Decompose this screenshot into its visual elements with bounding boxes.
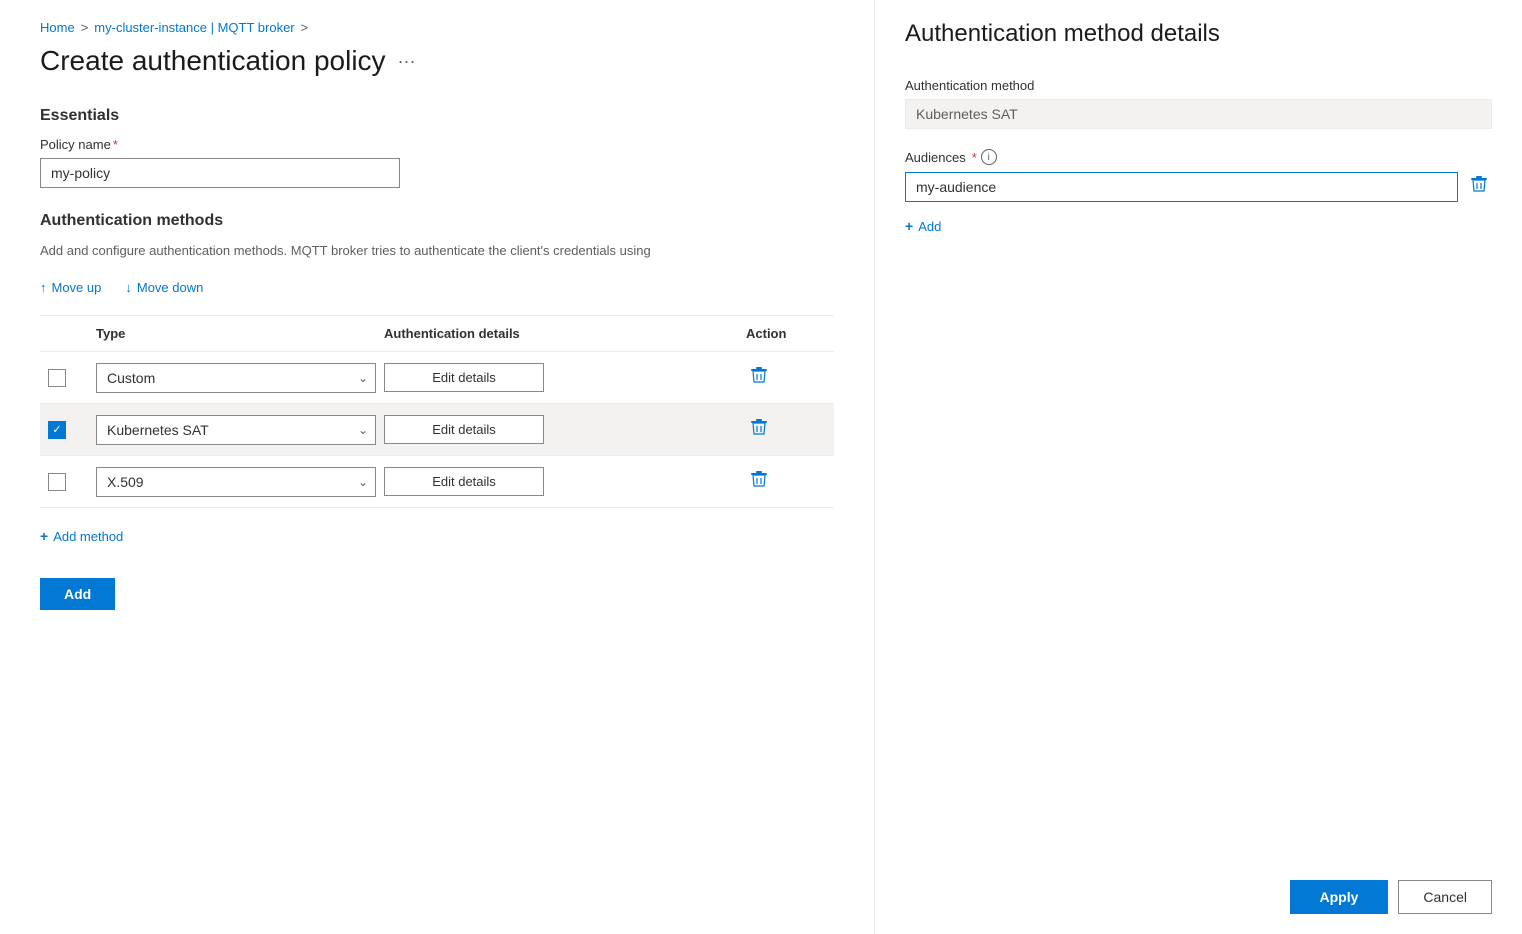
row2-edit-details-button[interactable]: Edit details: [384, 415, 544, 444]
table-row: Custom Kubernetes SAT X.509 ⌄ Edit detai…: [40, 352, 834, 404]
right-panel: Authentication method details Authentica…: [875, 0, 1522, 934]
audiences-required: *: [972, 150, 977, 165]
col-auth-details-header: Authentication details: [384, 326, 738, 341]
row1-type-select[interactable]: Custom Kubernetes SAT X.509: [96, 363, 376, 393]
essentials-title: Essentials: [40, 107, 834, 125]
row1-edit-details-button[interactable]: Edit details: [384, 363, 544, 392]
row1-checkbox[interactable]: [48, 369, 66, 387]
page-title-row: Create authentication policy ···: [40, 45, 834, 77]
right-panel-actions: Apply Cancel: [905, 880, 1492, 914]
col-action-header: Action: [746, 326, 826, 341]
audience-input[interactable]: [905, 172, 1458, 202]
add-method-label: Add method: [53, 529, 123, 544]
add-audience-plus-icon: +: [905, 218, 913, 234]
table-row: ✓ Custom Kubernetes SAT X.509 ⌄ Edit det…: [40, 404, 834, 456]
move-controls: Move up Move down: [40, 276, 834, 299]
move-up-button[interactable]: Move up: [40, 276, 101, 299]
move-down-label: Move down: [137, 280, 203, 295]
row1-delete-button[interactable]: [746, 362, 772, 393]
cancel-button[interactable]: Cancel: [1398, 880, 1492, 914]
row3-delete-button[interactable]: [746, 466, 772, 497]
add-audience-button[interactable]: + Add: [905, 214, 941, 238]
row2-action: [746, 414, 826, 445]
row3-action: [746, 466, 826, 497]
col-type-header: Type: [96, 326, 376, 341]
audience-delete-button[interactable]: [1466, 171, 1492, 202]
move-down-button[interactable]: Move down: [125, 276, 203, 299]
breadcrumb-cluster[interactable]: my-cluster-instance | MQTT broker: [94, 20, 294, 35]
apply-button[interactable]: Apply: [1290, 880, 1389, 914]
audience-row: [905, 171, 1492, 202]
table-header: Type Authentication details Action: [40, 316, 834, 352]
row2-edit-wrapper: Edit details: [384, 415, 738, 444]
add-button[interactable]: Add: [40, 578, 115, 610]
auth-methods-title: Authentication methods: [40, 212, 834, 230]
arrow-up-icon: [40, 280, 47, 295]
page-title: Create authentication policy: [40, 45, 386, 77]
arrow-down-icon: [125, 280, 132, 295]
row2-type-wrapper: Custom Kubernetes SAT X.509 ⌄: [96, 415, 376, 445]
row2-delete-button[interactable]: [746, 414, 772, 445]
essentials-section: Essentials Policy name*: [40, 107, 834, 188]
row3-edit-wrapper: Edit details: [384, 467, 738, 496]
row3-checkbox[interactable]: [48, 473, 66, 491]
plus-icon: +: [40, 528, 48, 544]
audiences-field-group: Audiences * i + Add: [905, 149, 1492, 238]
page-title-ellipsis[interactable]: ···: [398, 51, 416, 72]
move-up-label: Move up: [52, 280, 102, 295]
row1-action: [746, 362, 826, 393]
row2-checkbox[interactable]: ✓: [48, 421, 66, 439]
policy-name-input[interactable]: [40, 158, 400, 188]
policy-name-label: Policy name*: [40, 137, 834, 152]
left-panel: Home > my-cluster-instance | MQTT broker…: [0, 0, 875, 934]
auth-methods-table: Type Authentication details Action Custo…: [40, 315, 834, 508]
add-method-button[interactable]: + Add method: [40, 524, 123, 548]
auth-method-field-group: Authentication method Kubernetes SAT: [905, 78, 1492, 129]
auth-methods-desc: Add and configure authentication methods…: [40, 242, 834, 260]
table-row: Custom Kubernetes SAT X.509 ⌄ Edit detai…: [40, 456, 834, 508]
checkmark-icon: ✓: [52, 423, 61, 436]
audiences-info-icon[interactable]: i: [981, 149, 997, 165]
policy-name-required: *: [113, 137, 118, 152]
breadcrumb-home[interactable]: Home: [40, 20, 75, 35]
auth-method-label: Authentication method: [905, 78, 1492, 93]
breadcrumb: Home > my-cluster-instance | MQTT broker…: [40, 20, 834, 35]
auth-method-value: Kubernetes SAT: [905, 99, 1492, 129]
row2-type-select[interactable]: Custom Kubernetes SAT X.509: [96, 415, 376, 445]
add-audience-label: Add: [918, 219, 941, 234]
audiences-label: Audiences * i: [905, 149, 1492, 165]
auth-methods-section: Authentication methods Add and configure…: [40, 212, 834, 548]
row3-type-wrapper: Custom Kubernetes SAT X.509 ⌄: [96, 467, 376, 497]
row1-edit-wrapper: Edit details: [384, 363, 738, 392]
right-panel-title: Authentication method details: [905, 20, 1492, 48]
row3-edit-details-button[interactable]: Edit details: [384, 467, 544, 496]
breadcrumb-sep1: >: [81, 20, 89, 35]
row3-type-select[interactable]: Custom Kubernetes SAT X.509: [96, 467, 376, 497]
col-checkbox-header: [48, 326, 88, 341]
row1-type-wrapper: Custom Kubernetes SAT X.509 ⌄: [96, 363, 376, 393]
breadcrumb-sep2: >: [301, 20, 309, 35]
